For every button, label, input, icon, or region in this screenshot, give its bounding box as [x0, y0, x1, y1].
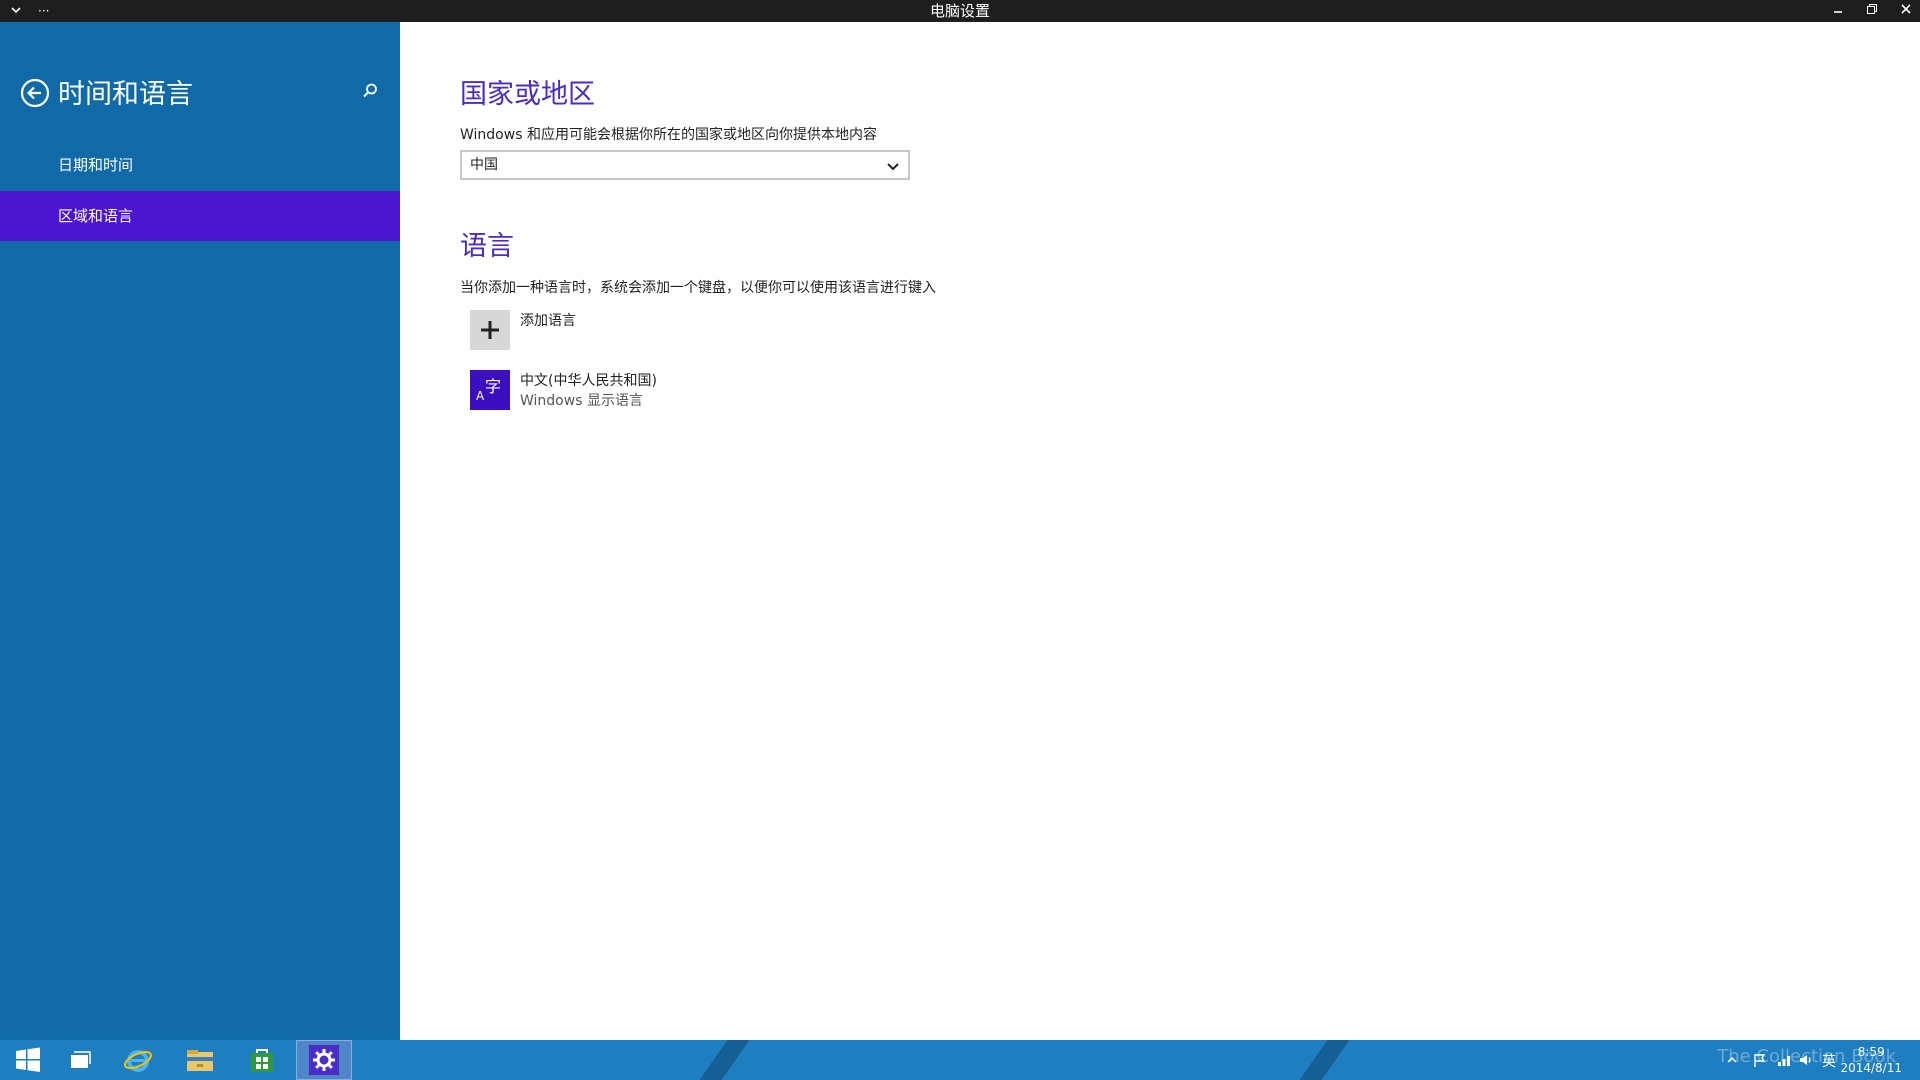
svg-text:A: A: [476, 389, 485, 403]
ime-indicator[interactable]: 英: [1822, 1051, 1836, 1071]
settings-icon: [309, 1045, 339, 1075]
network-icon[interactable]: [1776, 1052, 1792, 1068]
search-icon[interactable]: [361, 82, 379, 100]
chevron-down-icon: [886, 158, 900, 172]
add-icon: [470, 310, 510, 350]
settings-button[interactable]: [296, 1040, 352, 1080]
window-title: 电脑设置: [929, 2, 990, 20]
language-heading: 语言: [460, 231, 514, 262]
action-center-flag-icon[interactable]: [1752, 1052, 1768, 1068]
clock[interactable]: 8:59 2014/8/11: [1840, 1044, 1902, 1076]
restore-icon[interactable]: [1866, 3, 1878, 19]
sidebar: 时间和语言 日期和时间 区域和语言: [0, 22, 400, 1040]
sidebar-item-region-language[interactable]: 区域和语言: [0, 191, 400, 241]
close-icon[interactable]: [1900, 3, 1912, 19]
minimize-icon[interactable]: [1832, 3, 1844, 19]
volume-icon[interactable]: [1798, 1052, 1814, 1068]
language-name: 中文(中华人民共和国): [520, 373, 657, 389]
main-content: 国家或地区 Windows 和应用可能会根据你所在的国家或地区向你提供本地内容 …: [400, 22, 1920, 1040]
store-icon: [251, 1049, 273, 1072]
start-button[interactable]: [0, 1040, 56, 1080]
task-view-icon: [71, 1051, 91, 1068]
add-language-label: 添加语言: [520, 313, 576, 329]
back-arrow-icon[interactable]: [20, 78, 50, 108]
tray-overflow-icon[interactable]: [1724, 1052, 1740, 1068]
sidebar-title: 时间和语言: [58, 79, 193, 110]
clock-time: 8:59: [1857, 1045, 1885, 1059]
sidebar-item-date-time[interactable]: 日期和时间: [0, 140, 400, 190]
language-subtitle: Windows 显示语言: [520, 393, 643, 409]
title-bar: ··· 电脑设置: [0, 0, 1920, 22]
language-glyph-icon: A 字: [470, 370, 510, 410]
region-heading: 国家或地区: [460, 79, 595, 110]
svg-text:字: 字: [485, 377, 501, 396]
file-explorer-icon: [187, 1050, 213, 1071]
country-region-value: 中国: [470, 157, 498, 173]
taskbar: The Collection Book 英 8:59 2014/8/11: [0, 1040, 1920, 1080]
taskbar-decoration: [1285, 1040, 1357, 1080]
clock-date: 2014/8/11: [1840, 1061, 1902, 1075]
region-description: Windows 和应用可能会根据你所在的国家或地区向你提供本地内容: [460, 127, 877, 143]
windows-start-icon: [16, 1047, 40, 1072]
task-view-button[interactable]: [52, 1040, 108, 1080]
store-button[interactable]: [234, 1040, 290, 1080]
internet-explorer-button[interactable]: [110, 1040, 166, 1080]
language-description: 当你添加一种语言时，系统会添加一个键盘，以便你可以使用该语言进行键入: [460, 280, 936, 296]
internet-explorer-icon: [124, 1050, 152, 1072]
language-item-zh-cn[interactable]: A 字 中文(中华人民共和国) Windows 显示语言: [470, 370, 730, 410]
system-tray: The Collection Book 英 8:59 2014/8/11: [1500, 1040, 1920, 1080]
file-explorer-button[interactable]: [172, 1040, 228, 1080]
taskbar-decoration: [685, 1040, 757, 1080]
window-controls: [1832, 0, 1912, 22]
country-region-select[interactable]: 中国: [460, 150, 910, 180]
